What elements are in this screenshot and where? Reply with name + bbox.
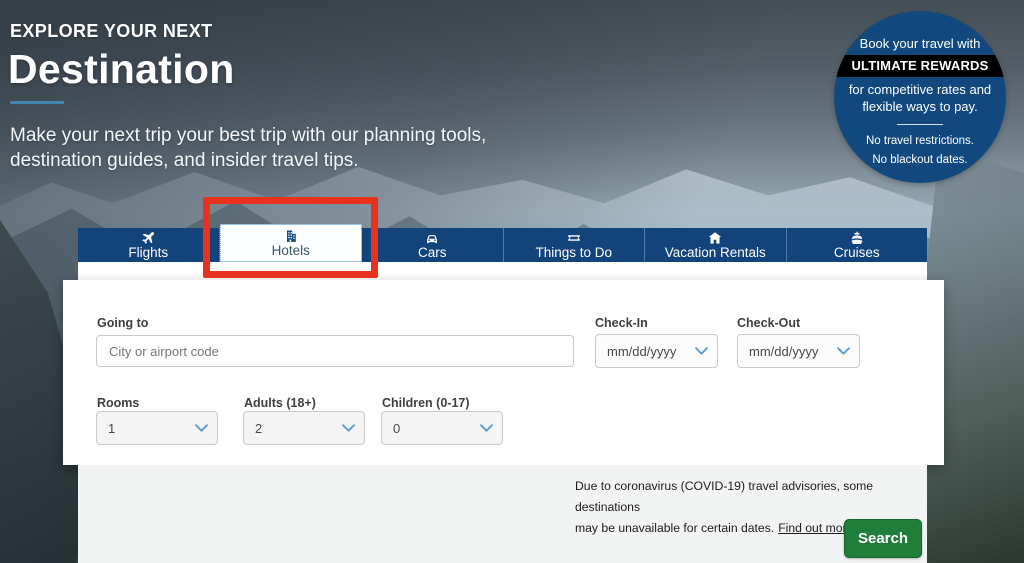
hero-tagline: Make your next trip your best trip with … bbox=[10, 123, 486, 173]
tab-cars[interactable]: Cars bbox=[362, 228, 504, 262]
tab-label: Cruises bbox=[833, 244, 880, 260]
hero-kicker: EXPLORE YOUR NEXT bbox=[10, 21, 213, 41]
badge-line-2: for competitive rates and bbox=[848, 82, 992, 97]
search-button[interactable]: Search bbox=[844, 519, 922, 558]
chevron-down-icon bbox=[195, 423, 208, 433]
children-value: 0 bbox=[393, 420, 401, 436]
covid-notice-line-1: Due to coronavirus (COVID-19) travel adv… bbox=[575, 479, 874, 514]
children-label: Children (0-17) bbox=[382, 396, 470, 410]
travel-booking-page: EXPLORE YOUR NEXT Destination Make your … bbox=[0, 0, 1024, 563]
adults-value: 2 bbox=[255, 420, 263, 436]
tab-vacation-rentals[interactable]: Vacation Rentals bbox=[645, 228, 787, 262]
product-tab-bar: Flights Hotels Cars Things to Do Vacatio… bbox=[78, 224, 928, 262]
adults-select[interactable]: 2 bbox=[243, 411, 365, 445]
tab-label: Flights bbox=[128, 244, 169, 260]
tab-things-to-do[interactable]: Things to Do bbox=[504, 228, 645, 262]
rooms-value: 1 bbox=[108, 420, 116, 436]
car-icon bbox=[425, 231, 439, 245]
check-in-label: Check-In bbox=[595, 316, 648, 330]
tab-hotels[interactable]: Hotels bbox=[219, 224, 362, 262]
chevron-down-icon bbox=[480, 423, 493, 433]
rooms-select[interactable]: 1 bbox=[96, 411, 218, 445]
children-select[interactable]: 0 bbox=[381, 411, 503, 445]
chevron-down-icon bbox=[837, 346, 850, 356]
tab-content-strip bbox=[78, 262, 927, 282]
covid-notice-line-2: may be unavailable for certain dates. bbox=[575, 521, 775, 535]
plane-icon bbox=[141, 231, 155, 245]
rooms-label: Rooms bbox=[97, 396, 140, 410]
badge-divider bbox=[897, 124, 943, 125]
chevron-down-icon bbox=[342, 423, 355, 433]
going-to-label: Going to bbox=[97, 316, 149, 330]
search-footer-strip: Due to coronavirus (COVID-19) travel adv… bbox=[78, 465, 927, 563]
tagline-line-2: destination guides, and insider travel t… bbox=[10, 150, 359, 171]
check-in-select[interactable]: mm/dd/yyyy bbox=[595, 334, 718, 368]
chevron-down-icon bbox=[695, 346, 708, 356]
check-out-label: Check-Out bbox=[737, 316, 801, 330]
ticket-icon bbox=[567, 231, 581, 245]
tab-label: Vacation Rentals bbox=[664, 244, 766, 260]
page-title: Destination bbox=[8, 46, 235, 92]
check-in-value: mm/dd/yyyy bbox=[607, 343, 677, 359]
badge-note-1: No travel restrictions. bbox=[865, 135, 974, 147]
check-out-select[interactable]: mm/dd/yyyy bbox=[737, 334, 860, 368]
badge-line-3: flexible ways to pay. bbox=[862, 99, 978, 114]
going-to-input[interactable] bbox=[96, 335, 574, 367]
ship-icon bbox=[850, 231, 864, 245]
check-out-value: mm/dd/yyyy bbox=[749, 343, 819, 359]
adults-label: Adults (18+) bbox=[244, 396, 316, 410]
tab-cruises[interactable]: Cruises bbox=[787, 228, 928, 262]
hotel-building-icon bbox=[284, 229, 298, 243]
title-underline bbox=[10, 101, 64, 104]
ultimate-rewards-badge: Book your travel with ULTIMATE REWARDS f… bbox=[834, 11, 1006, 183]
tab-label: Things to Do bbox=[535, 244, 613, 260]
badge-line-1: Book your travel with bbox=[859, 36, 981, 51]
tagline-line-1: Make your next trip your best trip with … bbox=[10, 125, 487, 146]
hotel-search-panel: Going to Check-In mm/dd/yyyy Check-Out m… bbox=[63, 280, 944, 465]
badge-brand-band: ULTIMATE REWARDS bbox=[834, 55, 1006, 77]
tab-label: Hotels bbox=[271, 242, 310, 258]
house-icon bbox=[708, 231, 722, 245]
tab-flights[interactable]: Flights bbox=[78, 228, 220, 262]
tab-label: Cars bbox=[417, 244, 447, 260]
